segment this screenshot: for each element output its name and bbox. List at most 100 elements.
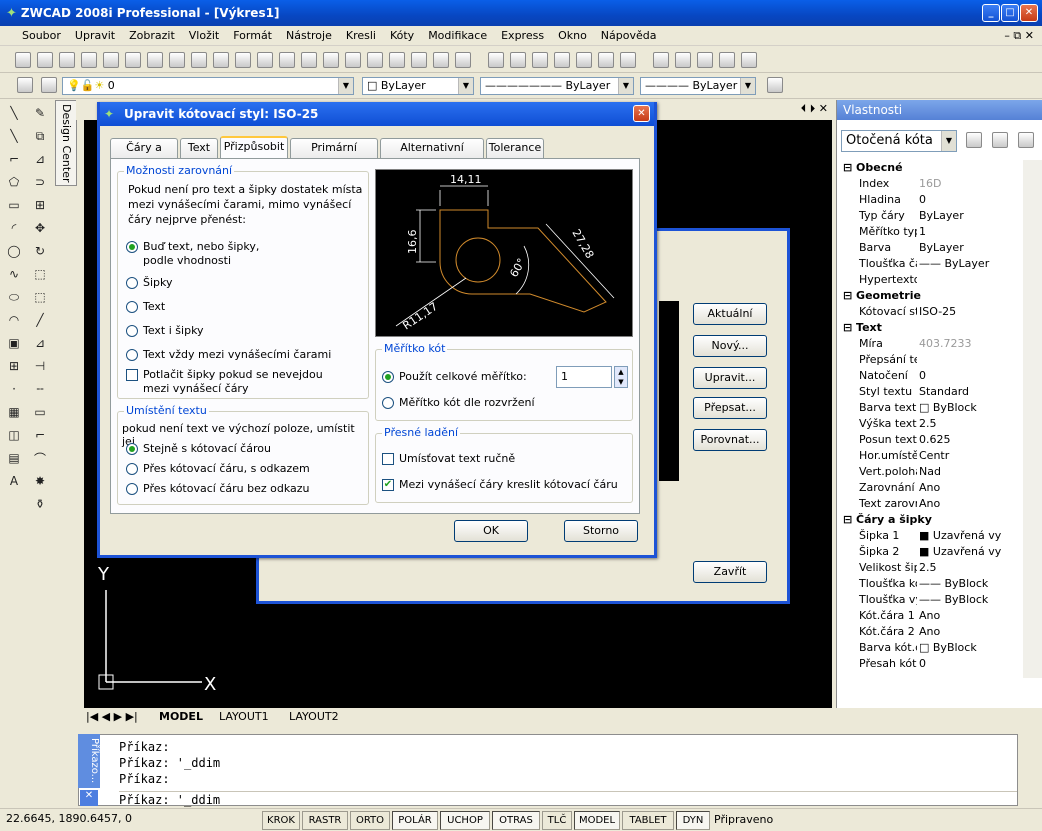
compare-style-button[interactable]: Porovnat...	[693, 429, 767, 451]
layer-combo[interactable]: 💡🔓☀ 0 ▼	[62, 77, 354, 95]
redo-icon[interactable]	[257, 51, 273, 68]
layer-previous-icon[interactable]	[41, 77, 57, 93]
close-button[interactable]: ✕	[1020, 4, 1038, 22]
tab-tolerance[interactable]: Tolerance	[486, 138, 544, 158]
lweight-toggle[interactable]: TLČ	[542, 811, 572, 830]
property-row[interactable]: Hypertextový od	[837, 272, 1023, 288]
property-value[interactable]: 403.7233	[917, 336, 1001, 352]
array-icon[interactable]: ⊞	[30, 195, 50, 215]
offset-icon[interactable]: ⊃	[30, 172, 50, 192]
arc-icon[interactable]: ◜	[4, 218, 24, 238]
menu-upravit[interactable]: Upravit	[75, 29, 115, 42]
property-value[interactable]: 0	[917, 656, 1001, 672]
help-icon[interactable]	[455, 51, 471, 68]
tab-fit[interactable]: Přizpůsobit	[220, 136, 288, 159]
copy-icon[interactable]	[169, 51, 185, 68]
tab-lines-arrows[interactable]: Čáry a šipky	[110, 138, 178, 172]
property-value[interactable]: 1	[917, 224, 1001, 240]
menu-express[interactable]: Express	[501, 29, 544, 42]
menu-kresli[interactable]: Kresli	[346, 29, 376, 42]
plot-style-icon[interactable]	[767, 77, 783, 93]
scale-icon[interactable]: ⬚	[30, 264, 50, 284]
zoom-realtime-icon[interactable]	[301, 51, 317, 68]
polar-toggle[interactable]: POLÁR	[392, 811, 438, 830]
property-row[interactable]: Styl textu Standard	[837, 384, 1023, 400]
property-value[interactable]: □ ByBlock	[917, 400, 1001, 416]
fit-either-radio[interactable]: Buď text, nebo šipky, podle vhodnosti	[126, 240, 276, 268]
rectangle-icon[interactable]: ▭	[4, 195, 24, 215]
linear-dim-icon[interactable]	[488, 51, 504, 68]
extend-icon[interactable]: ⊣	[30, 356, 50, 376]
property-row[interactable]: Typ čáry ByLayer	[837, 208, 1023, 224]
polygon-icon[interactable]: ⬠	[4, 172, 24, 192]
tab-layout1[interactable]: LAYOUT1	[219, 708, 269, 726]
property-value[interactable]: —— ByBlock	[917, 592, 1001, 608]
open-icon[interactable]	[37, 51, 53, 68]
overall-scale-radio[interactable]: Použít celkové měřítko:	[382, 370, 527, 383]
hatch-icon[interactable]: ▦	[4, 402, 24, 422]
fit-always-text-radio[interactable]: Text vždy mezi vynášecími čarami	[126, 348, 331, 361]
fit-text-radio[interactable]: Text	[126, 300, 165, 313]
selection-combo[interactable]: Otočená kóta ▼	[841, 130, 957, 152]
property-value[interactable]: 16D	[917, 176, 1001, 192]
menu-modifikace[interactable]: Modifikace	[428, 29, 487, 42]
property-value[interactable]	[917, 352, 1001, 368]
overall-scale-input[interactable]: 1	[556, 366, 612, 388]
insert-block-icon[interactable]: ▣	[4, 333, 24, 353]
quick-select-icon[interactable]	[966, 132, 982, 148]
property-value[interactable]: 0	[917, 368, 1001, 384]
property-row[interactable]: Výška textu2.5	[837, 416, 1023, 432]
property-row[interactable]: Měřítko typu čár1	[837, 224, 1023, 240]
filter-icon[interactable]	[1018, 132, 1034, 148]
explode-icon[interactable]: ✸	[30, 471, 50, 491]
mdi-controls[interactable]: – ⧉ ✕	[1004, 29, 1034, 43]
place-text-manually-checkbox[interactable]: Umísťovat text ručně	[382, 452, 515, 465]
point-icon[interactable]: ·	[4, 379, 24, 399]
join-icon[interactable]: ▭	[30, 402, 50, 422]
dyn-toggle[interactable]: DYN	[676, 811, 710, 830]
tab-primary-units[interactable]: Primární jednotky	[290, 138, 378, 172]
tab-alternate-units[interactable]: Alternativní jednotky	[380, 138, 484, 172]
property-value[interactable]: ByLayer	[917, 240, 1001, 256]
property-category[interactable]: ⊟ Obecné	[837, 160, 1023, 176]
property-row[interactable]: Kót.čára 2 Ano	[837, 624, 1023, 640]
property-row[interactable]: Zarovnání textuAno	[837, 480, 1023, 496]
property-value[interactable]	[917, 272, 1001, 288]
print-icon[interactable]	[81, 51, 97, 68]
menu-vlozit[interactable]: Vložit	[189, 29, 219, 42]
property-row[interactable]: Kót.čára 1 Ano	[837, 608, 1023, 624]
property-value[interactable]: Ano	[917, 624, 1001, 640]
leader-icon[interactable]	[620, 51, 636, 68]
undo-icon[interactable]	[235, 51, 251, 68]
polyline-icon[interactable]: ⌐	[4, 149, 24, 169]
edit-dim-icon[interactable]	[653, 51, 669, 68]
copy-object-icon[interactable]: ⧉	[30, 126, 50, 146]
properties-icon[interactable]	[367, 51, 383, 68]
dim-text-edit-icon[interactable]	[675, 51, 691, 68]
chevron-down-icon[interactable]: ▼	[458, 78, 473, 94]
property-value[interactable]: 0.625	[917, 432, 1001, 448]
menu-okno[interactable]: Okno	[558, 29, 587, 42]
mirror-icon[interactable]: ⊿	[30, 149, 50, 169]
over-with-leader-radio[interactable]: Přes kótovací čáru, s odkazem	[126, 462, 310, 475]
dialog-close-icon[interactable]: ✕	[633, 105, 650, 122]
spline-icon[interactable]: ∿	[4, 264, 24, 284]
property-row[interactable]: Tloušťka kót.čár—— ByBlock	[837, 576, 1023, 592]
menu-soubor[interactable]: Soubor	[6, 29, 61, 42]
osnap-toggle[interactable]: UCHOP	[440, 811, 490, 830]
property-row[interactable]: Míra 403.7233	[837, 336, 1023, 352]
linetype-combo[interactable]: ——————— ByLayer ▼	[480, 77, 634, 95]
pan-icon[interactable]	[279, 51, 295, 68]
tab-text[interactable]: Text	[180, 138, 218, 158]
layer-manager-icon[interactable]	[17, 77, 33, 93]
chevron-down-icon[interactable]: ▼	[740, 78, 755, 94]
new-style-button[interactable]: Nový...	[693, 335, 767, 357]
tab-model[interactable]: MODEL	[159, 708, 203, 726]
property-value[interactable]: Ano	[917, 480, 1001, 496]
property-row[interactable]: Index 16D	[837, 176, 1023, 192]
fillet-icon[interactable]: ⌒	[30, 448, 50, 468]
move-icon[interactable]: ✥	[30, 218, 50, 238]
publish-icon[interactable]	[125, 51, 141, 68]
paste-icon[interactable]	[191, 51, 207, 68]
design-center-tab[interactable]: Design Center	[55, 100, 77, 186]
